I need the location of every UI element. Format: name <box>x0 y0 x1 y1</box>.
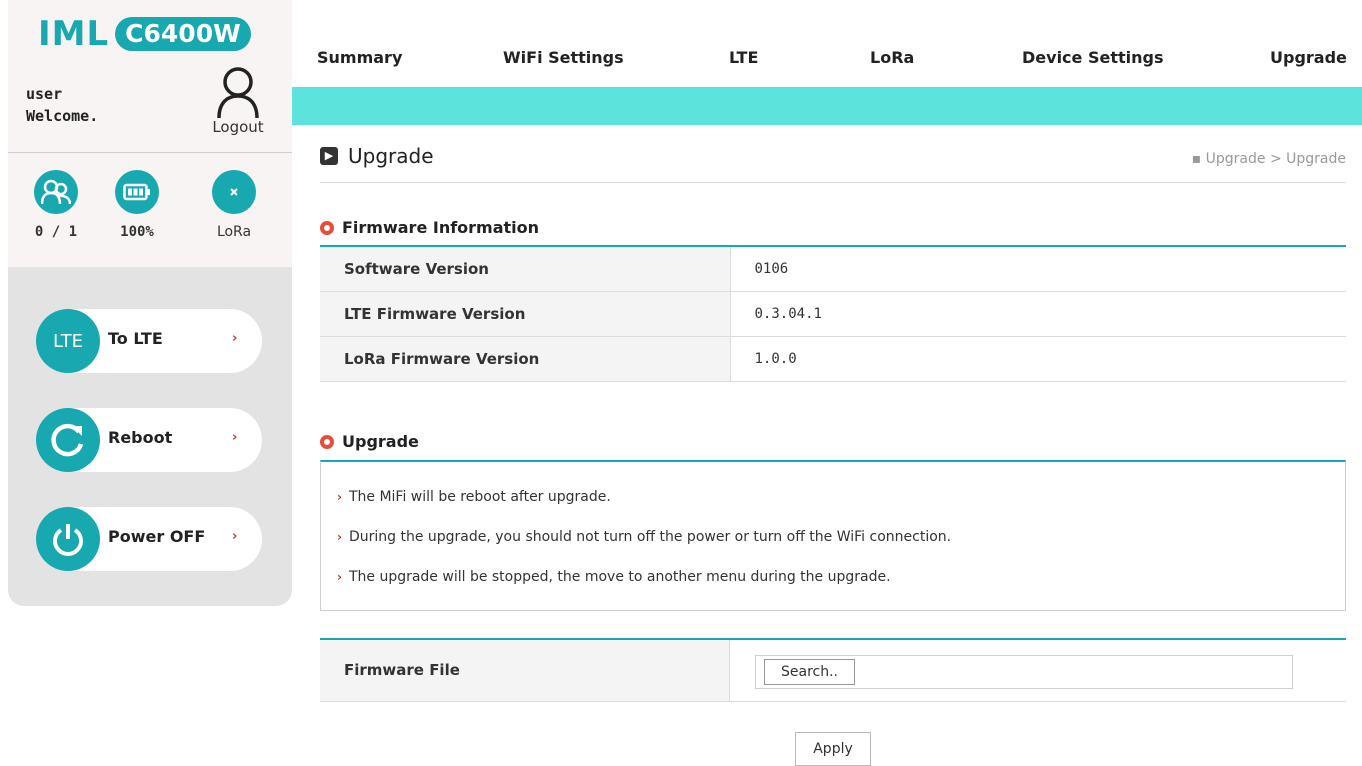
firmware-file-input[interactable]: Search.. <box>755 655 1293 689</box>
reboot-label: Reboot <box>108 428 173 447</box>
nav-wifi-settings[interactable]: WiFi Settings <box>503 48 624 67</box>
to-lte-button[interactable]: LTE To LTE › <box>36 309 262 373</box>
upgrade-section-title: Upgrade <box>320 432 419 451</box>
logo-text: IML <box>38 14 110 54</box>
clients-status: 0 / 1 <box>21 170 91 240</box>
users-icon <box>34 170 78 214</box>
power-icon <box>36 507 100 571</box>
lora-firmware-version-value: 1.0.0 <box>730 336 1346 382</box>
user-icon <box>206 66 270 118</box>
lora-icon <box>212 170 256 214</box>
lte-badge-text: LTE <box>53 330 83 352</box>
chevron-right-icon: › <box>337 570 342 584</box>
chevron-right-icon: › <box>337 490 342 504</box>
list-item: › The MiFi will be reboot after upgrade. <box>337 489 611 505</box>
firmware-info-section-title: Firmware Information <box>320 218 539 237</box>
page-title-text: Upgrade <box>348 144 434 168</box>
sidebar: IML C6400W user Welcome. Logout 0 / 1 10… <box>8 0 292 606</box>
chevron-right-icon: › <box>232 430 238 445</box>
search-button[interactable]: Search.. <box>764 659 855 685</box>
nav-upgrade[interactable]: Upgrade <box>1270 48 1347 67</box>
logout-button[interactable]: Logout <box>206 66 270 142</box>
firmware-file-row: Firmware File Search.. <box>320 638 1346 702</box>
nav-device-settings[interactable]: Device Settings <box>1022 48 1163 67</box>
user-panel: IML C6400W user Welcome. Logout <box>8 0 292 152</box>
header-divider <box>320 182 1346 183</box>
circle-bullet-icon <box>320 220 334 235</box>
chevron-right-icon: › <box>232 331 238 346</box>
logo: IML C6400W <box>38 14 251 54</box>
welcome-text: Welcome. <box>26 107 99 125</box>
logout-label: Logout <box>212 118 264 136</box>
upgrade-notice-box: › The MiFi will be reboot after upgrade. … <box>320 460 1346 611</box>
lora-label: LoRa <box>216 224 252 240</box>
refresh-icon <box>36 408 100 472</box>
status-panel: 0 / 1 100% LoRa <box>8 153 292 267</box>
list-item: › During the upgrade, you should not turn… <box>337 529 951 545</box>
user-name: user <box>26 85 63 103</box>
lte-firmware-version-value: 0.3.04.1 <box>730 291 1346 337</box>
to-lte-label: To LTE <box>108 329 163 348</box>
nav-banner <box>292 87 1362 125</box>
table-row: LTE Firmware Version 0.3.04.1 <box>320 291 1346 337</box>
power-off-button[interactable]: Power OFF › <box>36 507 262 571</box>
notice-text: The MiFi will be reboot after upgrade. <box>348 489 611 505</box>
clients-count: 0 / 1 <box>34 224 78 240</box>
battery-level: 100% <box>120 224 154 240</box>
notice-text: During the upgrade, you should not turn … <box>348 529 952 545</box>
firmware-file-label: Firmware File <box>320 640 730 701</box>
software-version-label: Software Version <box>320 246 731 292</box>
list-item: › The upgrade will be stopped, the move t… <box>337 569 891 585</box>
lora-status: LoRa <box>199 170 269 240</box>
nav-lte[interactable]: LTE <box>729 48 758 67</box>
firmware-info-title: Firmware Information <box>342 218 540 237</box>
chevron-right-icon: › <box>232 529 238 544</box>
nav-summary[interactable]: Summary <box>317 48 402 67</box>
power-off-label: Power OFF <box>108 527 206 546</box>
chevron-right-icon: › <box>337 530 342 544</box>
model-badge: C6400W <box>115 17 251 51</box>
battery-icon <box>115 170 159 214</box>
table-row: LoRa Firmware Version 1.0.0 <box>320 336 1346 382</box>
lte-badge: LTE <box>36 309 100 373</box>
arrow-box-icon: ▶ <box>320 147 338 165</box>
breadcrumb: ▪ Upgrade > Upgrade <box>1191 151 1346 167</box>
circle-bullet-icon <box>320 434 334 449</box>
lora-firmware-version-label: LoRa Firmware Version <box>320 336 731 382</box>
reboot-button[interactable]: Reboot › <box>36 408 262 472</box>
software-version-value: 0106 <box>730 246 1346 292</box>
upgrade-title: Upgrade <box>342 432 419 451</box>
battery-status: 100% <box>102 170 172 240</box>
lte-firmware-version-label: LTE Firmware Version <box>320 291 731 337</box>
firmware-info-table: Software Version 0106 LTE Firmware Versi… <box>320 245 1346 382</box>
nav-lora[interactable]: LoRa <box>870 48 914 67</box>
page-title: ▶ Upgrade <box>320 144 434 168</box>
table-row: Software Version 0106 <box>320 246 1346 292</box>
notice-text: The upgrade will be stopped, the move to… <box>348 569 891 585</box>
apply-button[interactable]: Apply <box>795 732 871 766</box>
